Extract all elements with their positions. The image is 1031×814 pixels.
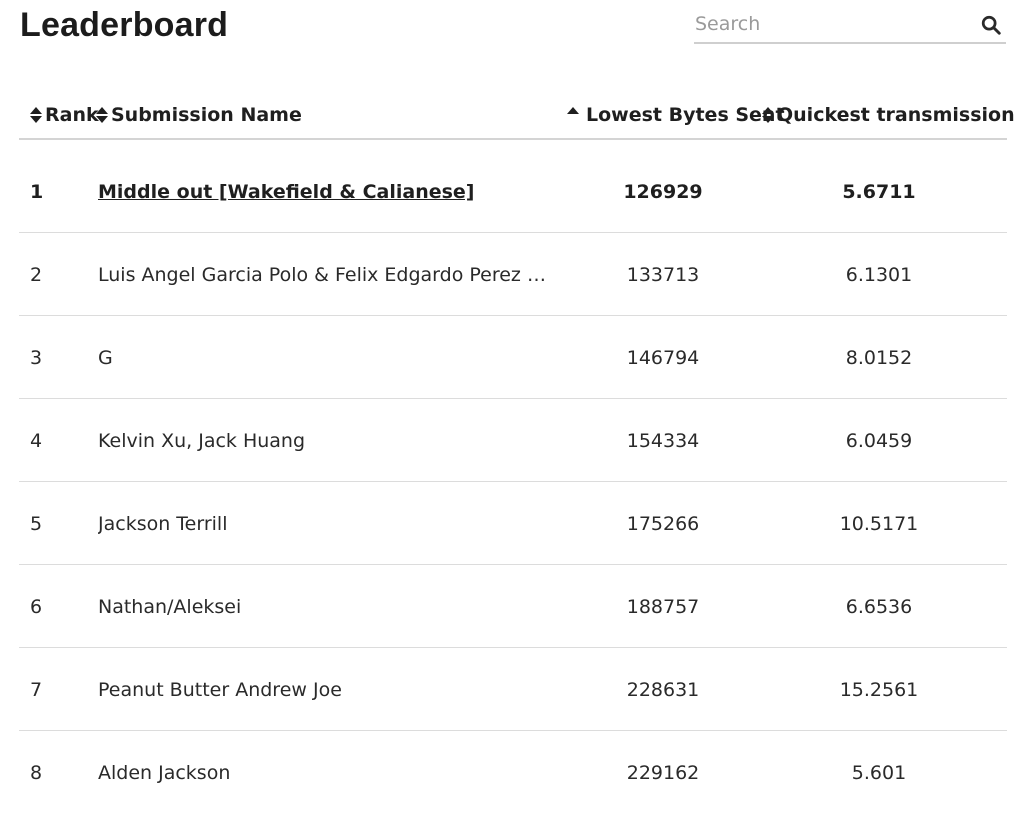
submission-name-link[interactable]: Middle out [Wakefield & Calianese] (98, 180, 558, 204)
table-row: 3 G 146794 8.0152 (19, 316, 1007, 399)
column-header-label: Rank (45, 104, 99, 126)
submission-name-cell: Luis Angel Garcia Polo & Felix Edgardo P… (98, 264, 558, 286)
leaderboard-table-body: 1 Middle out [Wakefield & Calianese] 126… (19, 150, 1007, 814)
sort-both-icon (762, 107, 774, 123)
submission-name-cell: Kelvin Xu, Jack Huang (98, 430, 306, 452)
rank-cell: 8 (30, 762, 43, 784)
table-row: 6 Nathan/Aleksei 188757 6.6536 (19, 565, 1007, 648)
rank-cell: 1 (30, 181, 44, 203)
table-row: 1 Middle out [Wakefield & Calianese] 126… (19, 150, 1007, 233)
column-header-label: Quickest transmission (777, 104, 1015, 126)
column-header-lowest-bytes-sent[interactable]: Lowest Bytes Sent (566, 104, 785, 126)
bytes-cell: 229162 (626, 762, 700, 784)
column-header-rank[interactable]: Rank (29, 104, 99, 126)
column-header-submission-name[interactable]: Submission Name (95, 104, 302, 126)
bytes-cell: 175266 (626, 513, 700, 535)
table-row: 7 Peanut Butter Andrew Joe 228631 15.256… (19, 648, 1007, 731)
sort-ascending-icon (567, 107, 579, 114)
transmission-cell: 5.601 (851, 762, 907, 784)
rank-cell: 2 (30, 264, 43, 286)
submission-name-cell: Jackson Terrill (98, 513, 228, 535)
table-row: 2 Luis Angel Garcia Polo & Felix Edgardo… (19, 233, 1007, 316)
table-row: 5 Jackson Terrill 175266 10.5171 (19, 482, 1007, 565)
table-header: Rank Submission Name Lowest Bytes Sent Q… (19, 96, 1015, 140)
transmission-cell: 15.2561 (839, 679, 919, 701)
rank-cell: 3 (30, 347, 43, 369)
rank-cell: 4 (30, 430, 43, 452)
rank-cell: 7 (30, 679, 43, 701)
bytes-cell: 154334 (626, 430, 700, 452)
bytes-cell: 188757 (626, 596, 700, 618)
transmission-cell: 6.6536 (845, 596, 913, 618)
submission-name-cell: Peanut Butter Andrew Joe (98, 679, 342, 701)
column-header-label: Lowest Bytes Sent (586, 104, 785, 126)
search-box[interactable] (694, 8, 1006, 44)
column-header-label: Submission Name (111, 104, 302, 126)
bytes-cell: 126929 (623, 181, 703, 203)
bytes-cell: 228631 (626, 679, 700, 701)
table-row: 8 Alden Jackson 229162 5.601 (19, 731, 1007, 814)
rank-cell: 6 (30, 596, 43, 618)
bytes-cell: 146794 (626, 347, 700, 369)
sort-both-icon (30, 107, 42, 123)
column-header-quickest-transmission[interactable]: Quickest transmission (761, 104, 1015, 126)
transmission-cell: 6.1301 (845, 264, 913, 286)
table-row: 4 Kelvin Xu, Jack Huang 154334 6.0459 (19, 399, 1007, 482)
transmission-cell: 10.5171 (839, 513, 919, 535)
submission-name-cell: Alden Jackson (98, 762, 231, 784)
submission-name-cell: G (98, 347, 113, 369)
transmission-cell: 5.6711 (842, 181, 916, 203)
bytes-cell: 133713 (626, 264, 700, 286)
rank-cell: 5 (30, 513, 43, 535)
transmission-cell: 6.0459 (845, 430, 913, 452)
search-icon[interactable] (980, 14, 1002, 36)
search-input[interactable] (695, 10, 965, 38)
page-title: Leaderboard (20, 6, 229, 44)
submission-name-cell: Nathan/Aleksei (98, 596, 242, 618)
sort-both-icon (96, 107, 108, 123)
transmission-cell: 8.0152 (845, 347, 913, 369)
